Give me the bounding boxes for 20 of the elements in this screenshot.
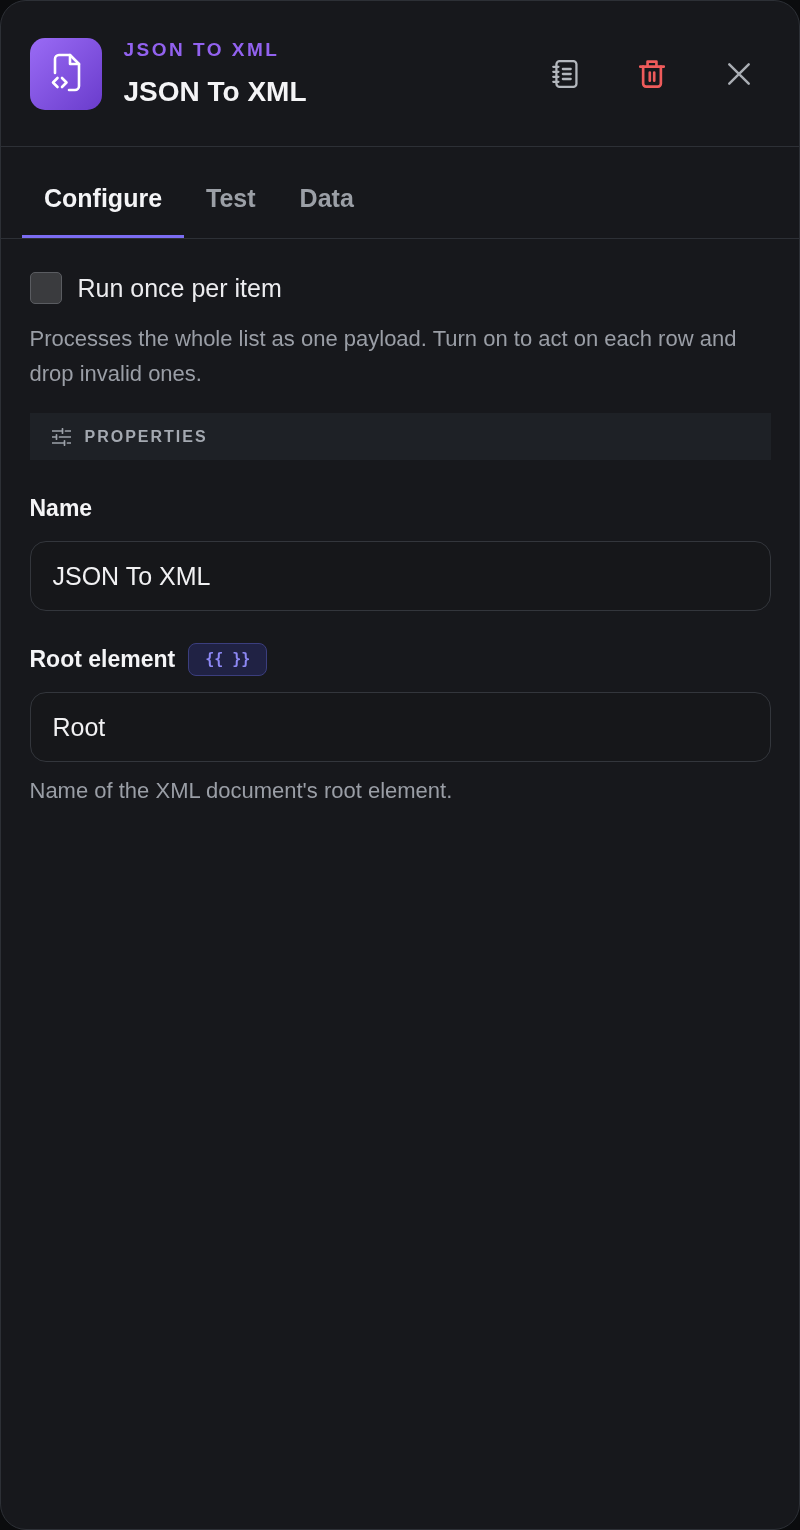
- tab[interactable]: Data: [277, 147, 376, 238]
- close-icon: [728, 63, 750, 85]
- description-text: Processes the whole list as one payload. Turn on to act on each row and drop invalid ones.: [29, 325, 738, 388]
- field-label: Name: [29, 494, 93, 522]
- tab[interactable]: Test: [184, 147, 278, 238]
- section-title: PROPERTIES: [84, 427, 208, 446]
- tab[interactable]: Configure: [22, 147, 185, 238]
- field-label: Root element: [29, 645, 176, 673]
- checkbox[interactable]: [29, 272, 62, 304]
- notebook-icon: [552, 60, 578, 88]
- sliders-icon: [51, 427, 71, 446]
- help-text: Name of the XML document's root element.: [29, 777, 454, 805]
- text-field[interactable]: Root: [29, 692, 771, 762]
- node-category: JSON TO XML: [123, 38, 280, 62]
- node-title: JSON To XML: [123, 75, 307, 109]
- checkbox-label: Run once per item: [77, 273, 282, 304]
- expression-toggle[interactable]: {{ }}: [188, 642, 268, 676]
- file-code-icon: [29, 38, 102, 110]
- trash-icon: [639, 60, 665, 88]
- text-field[interactable]: JSON To XML: [29, 541, 771, 611]
